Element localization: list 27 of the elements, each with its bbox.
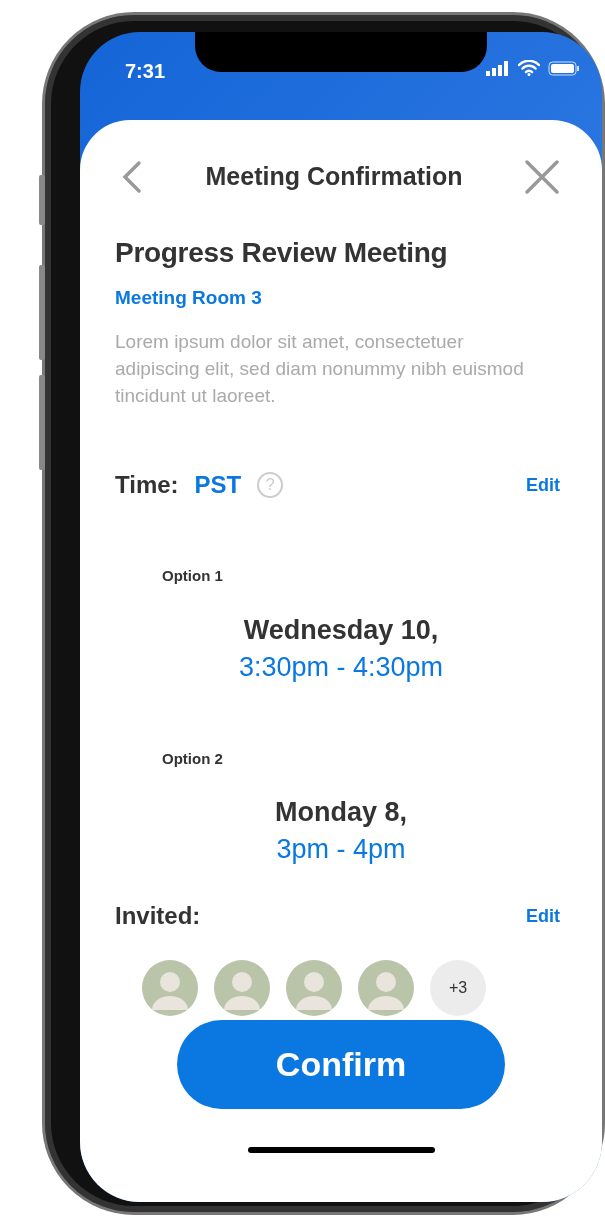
more-invitees-count[interactable]: +3 [430, 960, 486, 1016]
time-zone: PST [194, 470, 242, 500]
option-label: Option 1 [161, 566, 224, 586]
battery-icon [548, 60, 580, 76]
meeting-room: Meeting Room 3 [115, 285, 263, 310]
option-time-range: 3pm - 4pm [276, 833, 406, 866]
wifi-icon [518, 60, 540, 76]
option-day: Monday 8, [275, 794, 407, 830]
meeting-title: Progress Review Meeting [115, 235, 449, 270]
invited-label: Invited: [115, 901, 201, 931]
back-icon[interactable] [120, 159, 144, 194]
screen-title: Meeting Confirmation [205, 161, 463, 192]
avatar [142, 960, 198, 1016]
edit-link[interactable]: Edit [526, 471, 560, 499]
status-time: 7:31 [125, 59, 166, 84]
option-label: Option 2 [161, 748, 224, 769]
meeting-description: Lorem ipsum dolor sit amet, consectetuer adipiscing elit, sed diam nonummy nibh euismod tincidunt ut laoreet. [115, 330, 525, 408]
edit-link[interactable]: Edit [526, 902, 560, 930]
option-day: Wednesday 10, [243, 611, 439, 648]
confirm-button[interactable]: Confirm [177, 1020, 505, 1109]
close-icon[interactable] [524, 158, 560, 195]
avatar [214, 960, 270, 1016]
time-label: Time: [115, 470, 179, 500]
avatar [358, 960, 414, 1016]
signal-icon [486, 60, 510, 76]
avatar [286, 960, 342, 1016]
option-time-range: 3:30pm - 4:30pm [238, 650, 444, 684]
